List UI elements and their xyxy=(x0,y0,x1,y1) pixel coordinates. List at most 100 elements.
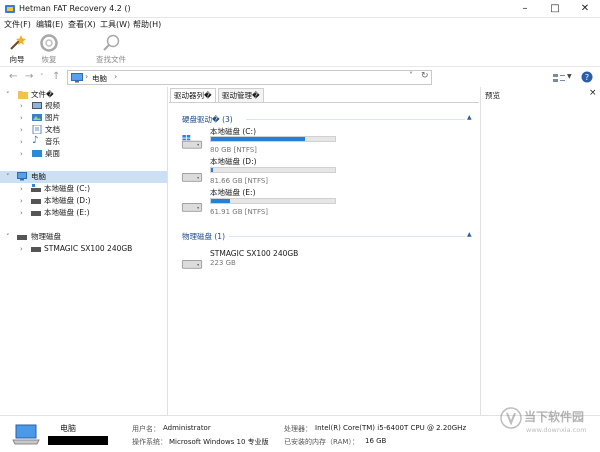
drive-icon xyxy=(31,211,41,216)
cpu-value: Intel(R) Core(TM) i5-6400T CPU @ 2.20GHz xyxy=(315,424,467,432)
watermark-url: www.downxia.com xyxy=(526,426,587,434)
tree-item-drive-e[interactable]: › 本地磁盘 (E:) xyxy=(0,207,167,219)
laptop-icon xyxy=(12,424,40,445)
collapse-chevron-icon[interactable]: ▲ xyxy=(467,114,472,121)
back-arrow-icon[interactable]: ← xyxy=(9,71,17,82)
section-divider xyxy=(246,119,465,120)
menu-help[interactable]: 帮助(H) xyxy=(133,19,161,30)
drive-d-name[interactable]: 本地磁盘 (D:) xyxy=(210,156,257,167)
find-file-button[interactable]: 查找文件 xyxy=(88,33,134,65)
user-value: Administrator xyxy=(163,424,211,432)
minimize-icon[interactable]: – xyxy=(510,0,540,18)
tree-label: 本地磁盘 (C:) xyxy=(44,184,90,193)
stmagic-name[interactable]: STMAGIC SX100 240GB xyxy=(210,249,298,258)
forward-arrow-icon[interactable]: → xyxy=(25,71,33,82)
menu-file[interactable]: 文件(F) xyxy=(4,19,31,30)
status-computer-name: 电脑 xyxy=(60,424,76,433)
physical-disk-icon xyxy=(181,259,203,269)
preview-title: 预览 xyxy=(485,91,500,100)
expand-right-icon[interactable]: › xyxy=(20,112,23,124)
expand-right-icon[interactable]: › xyxy=(20,183,23,195)
refresh-icon[interactable]: ↻ xyxy=(421,71,429,81)
tree-item-pictures[interactable]: › 图片 xyxy=(0,112,167,124)
music-note-icon: ♪ xyxy=(32,135,39,146)
drive-icon xyxy=(181,202,203,212)
expand-right-icon[interactable]: › xyxy=(20,207,23,219)
restore-label: 恢复 xyxy=(41,55,57,64)
magnifier-icon xyxy=(103,34,120,51)
ram-label: 已安装的内存（RAM）： xyxy=(284,438,359,446)
window-title: Hetman FAT Recovery 4.2 () xyxy=(19,4,131,13)
tree-item-music[interactable]: › ♪ 音乐 xyxy=(0,135,167,148)
address-input[interactable]: › 电脑 › ˅ ↻ xyxy=(67,70,432,85)
up-arrow-icon[interactable]: ↑ xyxy=(52,71,60,82)
expand-right-icon[interactable]: › xyxy=(20,148,23,160)
menu-edit[interactable]: 编辑(E) xyxy=(36,19,63,30)
video-folder-icon xyxy=(32,102,42,109)
restore-button[interactable]: 恢复 xyxy=(34,33,64,65)
tree-item-drive-d[interactable]: › 本地磁盘 (D:) xyxy=(0,195,167,207)
folder-tree: ˅ 文件� › 视频 › 图片 › 文档 › ♪ 音乐 › 桌面 ˅ 电脑 › … xyxy=(0,87,168,415)
tree-label: 文档 xyxy=(45,125,60,134)
desktop-folder-icon xyxy=(32,150,42,157)
drives-panel: 硬盘驱动� (3) ▲ 本地磁盘 (C:) 80 GB [NTFS] 本地磁盘 … xyxy=(169,102,479,415)
svg-text:?: ? xyxy=(585,73,589,82)
lifebuoy-icon xyxy=(40,34,58,52)
breadcrumb-end-separator-icon: › xyxy=(114,72,118,81)
tree-item-desktop[interactable]: › 桌面 xyxy=(0,148,167,160)
computer-icon xyxy=(17,172,27,181)
tab-driver-manager[interactable]: 驱动管理� xyxy=(218,88,264,102)
tree-label: 物理磁盘 xyxy=(31,232,61,241)
tree-item-stmagic[interactable]: › STMAGIC SX100 240GB xyxy=(0,243,167,255)
close-icon[interactable]: ✕ xyxy=(570,0,600,18)
expand-right-icon[interactable]: › xyxy=(20,100,23,112)
tree-item-drive-c[interactable]: › 本地磁盘 (C:) xyxy=(0,183,167,195)
address-dropdown-icon[interactable]: ˅ xyxy=(409,71,413,80)
os-value: Microsoft Windows 10 专业版 xyxy=(169,438,269,446)
collapse-chevron-icon[interactable]: ▲ xyxy=(467,231,472,238)
drive-e-size: 61.91 GB [NTFS] xyxy=(210,208,269,216)
tree-item-videos[interactable]: › 视频 xyxy=(0,100,167,112)
breadcrumb-computer[interactable]: 电脑 xyxy=(92,73,107,84)
tree-item-physical[interactable]: ˅ 物理磁盘 xyxy=(0,231,167,243)
pictures-folder-icon xyxy=(32,114,42,121)
tab-drivers-list[interactable]: 驱动器列� xyxy=(170,88,216,102)
wizard-wand-icon xyxy=(10,35,26,50)
help-icon[interactable]: ? xyxy=(581,71,593,83)
tree-label: STMAGIC SX100 240GB xyxy=(44,244,133,253)
ram-value: 16 GB xyxy=(365,437,387,445)
expand-down-icon[interactable]: ˅ xyxy=(6,171,10,183)
section-hard-drives[interactable]: 硬盘驱动� (3) xyxy=(182,114,233,125)
tree-item-documents[interactable]: › 文档 xyxy=(0,124,167,136)
drive-e-name[interactable]: 本地磁盘 (E:) xyxy=(210,187,256,198)
tree-label: 本地磁盘 (D:) xyxy=(44,196,91,205)
history-chevron-icon[interactable]: ˅ xyxy=(40,73,44,81)
folder-icon xyxy=(18,91,28,99)
system-drive-icon xyxy=(31,184,41,192)
drive-d-size: 81.66 GB [NTFS] xyxy=(210,177,269,185)
drive-c-size: 80 GB [NTFS] xyxy=(210,146,257,154)
computer-icon xyxy=(71,73,83,83)
tree-label: 图片 xyxy=(45,113,60,122)
expand-right-icon[interactable]: › xyxy=(20,136,23,148)
maximize-icon[interactable]: □ xyxy=(540,0,570,18)
stmagic-size: 223 GB xyxy=(210,259,236,267)
expand-right-icon[interactable]: › xyxy=(20,124,23,136)
find-file-label: 查找文件 xyxy=(96,55,126,64)
expand-right-icon[interactable]: › xyxy=(20,195,23,207)
preview-close-icon[interactable]: × xyxy=(589,88,597,98)
expand-right-icon[interactable]: › xyxy=(20,243,23,255)
tree-label: 桌面 xyxy=(45,149,60,158)
physical-disk-icon xyxy=(17,235,27,240)
view-dropdown-icon[interactable]: ▼ xyxy=(567,73,572,80)
watermark-title: 当下软件园 xyxy=(524,410,585,424)
menu-tools[interactable]: 工具(W) xyxy=(100,19,130,30)
system-drive-icon xyxy=(181,135,203,149)
tree-item-computer[interactable]: ˅ 电脑 xyxy=(0,171,167,183)
menu-view[interactable]: 查看(X) xyxy=(68,19,96,30)
section-physical-disks[interactable]: 物理磁盘 (1) xyxy=(182,231,225,242)
view-mode-icon[interactable] xyxy=(552,72,566,84)
expand-down-icon[interactable]: ˅ xyxy=(6,231,10,243)
disk-icon xyxy=(31,247,41,252)
drive-c-usage-fill xyxy=(211,137,306,141)
